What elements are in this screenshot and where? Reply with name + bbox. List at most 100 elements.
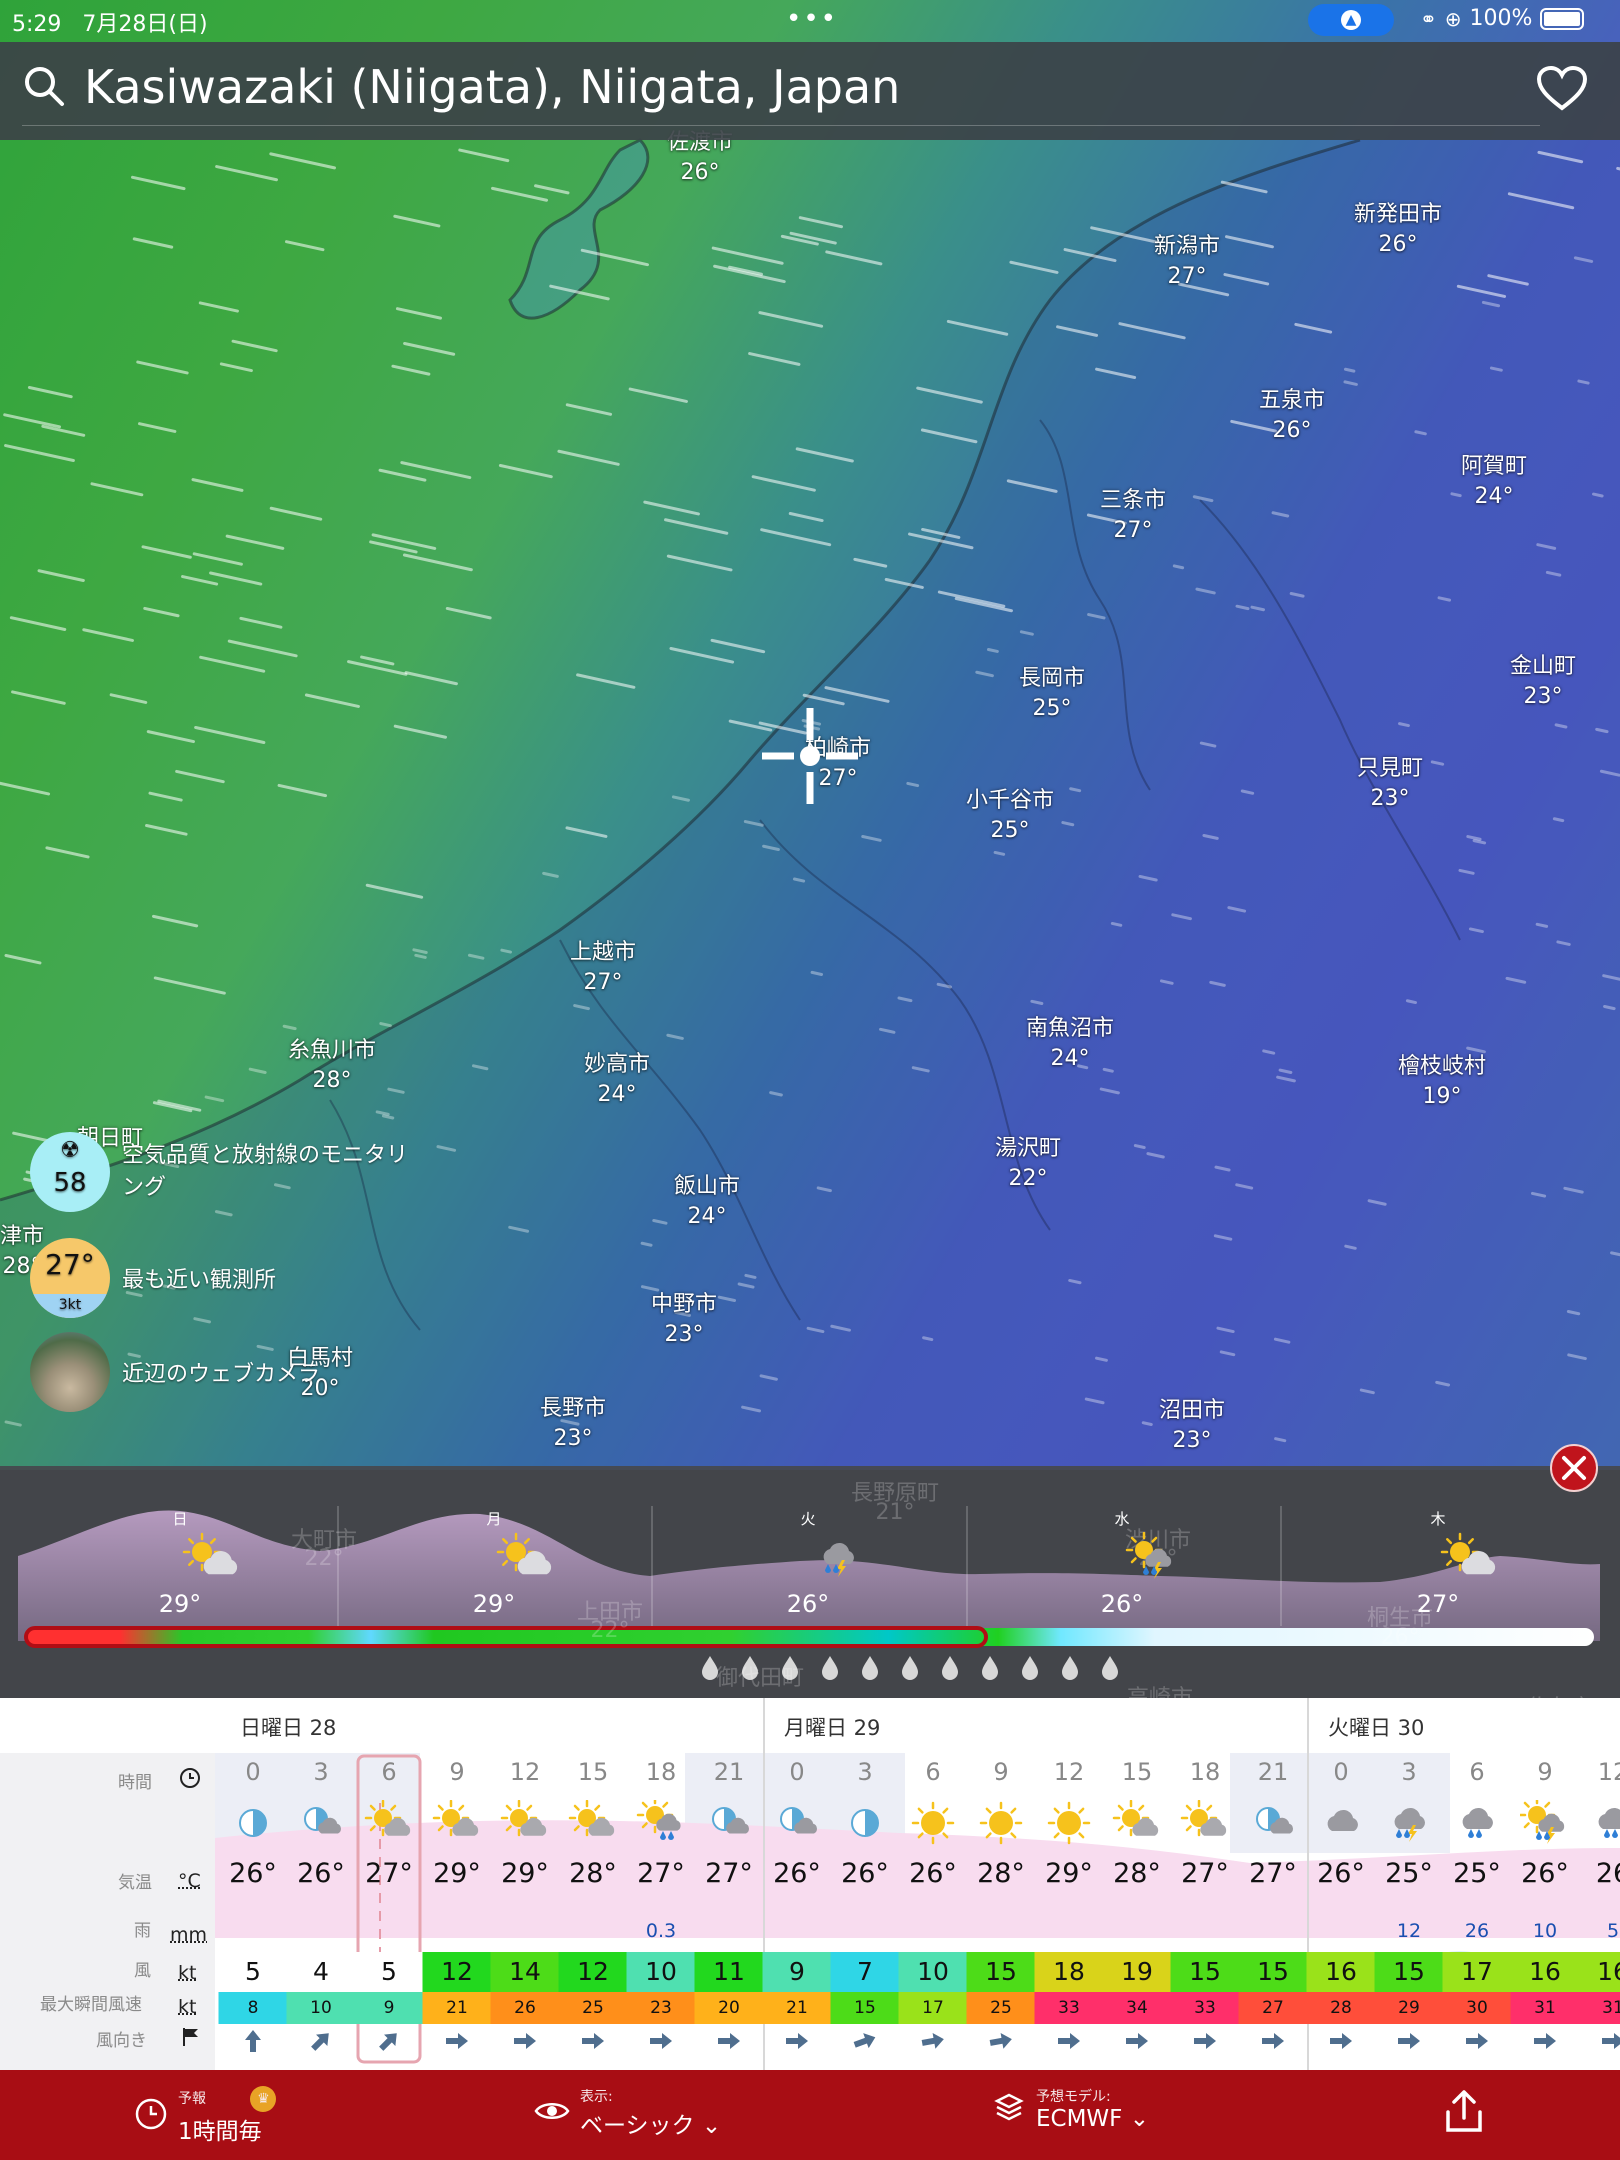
location-title[interactable]: Kasiwazaki (Niigata), Niigata, Japan (84, 60, 900, 114)
hour-label: 12 (1597, 1758, 1620, 1786)
city-temp: 24° (1474, 484, 1514, 509)
city-label[interactable]: 小千谷市 25° (966, 786, 1054, 846)
multitask-dots-icon[interactable]: ••• (786, 4, 838, 34)
wind-streak (853, 557, 888, 568)
location-crosshair-icon[interactable] (758, 704, 862, 808)
city-label[interactable]: 只見町 23° (1357, 754, 1423, 814)
wind-streak (1009, 260, 1059, 274)
wind-streak (1398, 722, 1410, 728)
day-header[interactable]: 日曜日 28 (240, 1712, 336, 1742)
temperature-cell: 28° (1113, 1858, 1161, 1889)
city-label[interactable]: 長野市 23° (540, 1394, 606, 1454)
forecast-interval-button[interactable]: 予報 ♛ 1時間毎 (134, 2086, 277, 2146)
wind-streak (395, 307, 442, 320)
hour-label: 18 (645, 1758, 677, 1786)
city-name: 新発田市 (1353, 202, 1443, 227)
sun-cloud-icon (1171, 1799, 1239, 1850)
hour-label: 18 (1189, 1758, 1221, 1786)
wind-streak (400, 461, 472, 480)
day-header[interactable]: 火曜日 30 (1328, 1712, 1424, 1742)
city-name: 上越市 (569, 940, 637, 965)
city-name: 沼田市 (1158, 1398, 1226, 1423)
city-label[interactable]: 阿賀町 24° (1461, 452, 1527, 512)
rain-cell: 26 (1464, 1920, 1490, 1942)
gust-cell: 28 (1306, 1992, 1376, 2024)
wind-direction-arrow-icon (1375, 2028, 1443, 2058)
city-label[interactable]: 妙高市 24° (584, 1050, 650, 1110)
city-name: 金山町 (1509, 654, 1577, 679)
gust-cell: 29 (1374, 1992, 1444, 2024)
timeline-day-label: 日 (172, 1510, 188, 1528)
city-label[interactable]: 上越市 27° (570, 938, 636, 998)
view-mode-button[interactable]: 表示: ベーシック ⌄ (534, 2086, 721, 2140)
wind-streak (500, 948, 512, 954)
share-button[interactable] (1442, 2088, 1486, 2138)
wind-cell: 12 (422, 1952, 492, 1992)
rain-cell: 5 (1606, 1920, 1620, 1942)
search-icon[interactable] (22, 64, 66, 112)
city-label[interactable]: 飯山市 24° (674, 1172, 740, 1232)
wind-streak (403, 341, 456, 356)
nearest-station-item[interactable]: 27° 3kt 最も近い観測所 (30, 1238, 276, 1318)
bottom-toolbar: 予報 ♛ 1時間毎 表示: ベーシック ⌄ 予想モデル: ECMWF ⌄ (0, 2070, 1620, 2160)
wind-cell: 16 (1578, 1952, 1620, 1992)
wind-streak (215, 165, 278, 182)
city-label[interactable]: 長岡市 25° (1019, 664, 1085, 724)
wind-streak (41, 424, 86, 437)
timeline-day-label: 水 (1114, 1510, 1130, 1528)
city-label[interactable]: 金山町 23° (1510, 652, 1576, 712)
city-label[interactable]: 新潟市 27° (1154, 232, 1220, 292)
wind-streak (795, 447, 854, 463)
forecast-small-label: 予報 (178, 2091, 206, 2107)
temperature-cell: 27° (1249, 1858, 1297, 1889)
city-name: 妙高市 (583, 1052, 651, 1077)
station-label: 最も近い観測所 (122, 1268, 277, 1293)
unit-wind[interactable]: kt (178, 1962, 196, 1984)
unit-gust[interactable]: kt (178, 1996, 196, 2018)
unit-rain[interactable]: mm (170, 1924, 207, 1946)
wind-streak (282, 1024, 297, 1031)
wind-streak (199, 655, 266, 673)
wind-streak (542, 871, 559, 878)
wind-cell: 15 (1374, 1952, 1444, 1992)
wind-streak (194, 725, 266, 745)
wind-cell: 16 (1306, 1952, 1376, 1992)
city-name: 五泉市 (1258, 388, 1326, 413)
city-label[interactable]: 新発田市 26° (1354, 200, 1442, 260)
forecast-timeline[interactable]: 長野原町21°大町市22°渋川市24°上田市22°桐生市26°御代田町高崎市佐久… (0, 1466, 1620, 1721)
favorite-heart-icon[interactable] (1536, 65, 1588, 116)
city-label[interactable]: 南魚沼市 24° (1026, 1014, 1114, 1074)
city-label[interactable]: 沼田市 23° (1159, 1396, 1225, 1456)
day-header[interactable]: 月曜日 29 (784, 1712, 880, 1742)
forecast-table[interactable]: 日曜日 28 月曜日 29 火曜日 30 時間 気温 °C 雨 mm 風 kt 最大… (0, 1698, 1620, 2070)
forecast-model-button[interactable]: 予想モデル: ECMWF ⌄ (994, 2086, 1149, 2132)
wind-direction-arrow-icon (219, 2028, 287, 2058)
city-label[interactable]: 糸魚川市 28° (288, 1036, 376, 1096)
wind-streak (379, 1022, 392, 1028)
city-label[interactable]: 五泉市 26° (1259, 386, 1325, 446)
city-label[interactable]: 三条市 27° (1100, 486, 1166, 546)
air-quality-item[interactable]: ☢ 58 空気品質と放射線のモニタリング (30, 1132, 422, 1212)
wind-streak (445, 606, 492, 620)
search-bar[interactable]: Kasiwazaki (Niigata), Niigata, Japan (0, 42, 1620, 140)
wind-streak (993, 850, 1006, 856)
gust-cell: 25 (558, 1992, 628, 2024)
city-label[interactable]: 中野市 23° (651, 1290, 717, 1350)
wind-streak (666, 554, 733, 572)
webcam-item[interactable]: 近辺のウェブカメラ (30, 1332, 320, 1412)
city-label[interactable]: 湯沢町 22° (995, 1134, 1061, 1194)
sun-cloud-icon (355, 1799, 423, 1850)
unit-temp[interactable]: °C (178, 1870, 201, 1892)
close-forecast-button[interactable] (1550, 1444, 1598, 1492)
gust-cell: 15 (830, 1992, 900, 2024)
wind-streak (393, 214, 441, 228)
city-temp: 24° (1050, 1046, 1090, 1071)
wind-streak (458, 148, 510, 163)
wind-direction-arrow-icon (831, 2028, 899, 2058)
air-quality-label: 空気品質と放射線のモニタリング (122, 1143, 409, 1200)
wind-streak (922, 1336, 934, 1342)
hour-label: 9 (1537, 1758, 1553, 1786)
city-label[interactable]: 檜枝岐村 19° (1398, 1052, 1486, 1112)
wind-streak (789, 231, 837, 245)
wind-streak (1577, 379, 1590, 385)
